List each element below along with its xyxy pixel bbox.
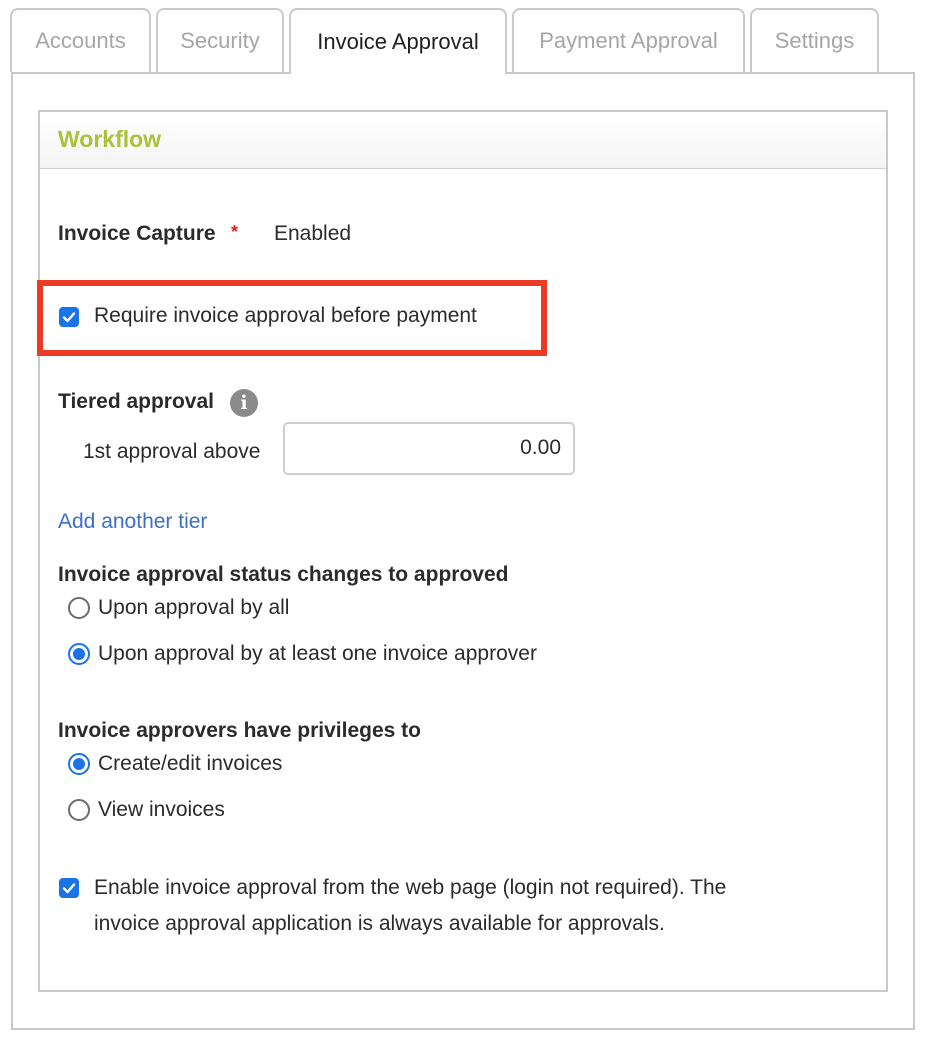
- tier1-label: 1st approval above: [83, 440, 261, 463]
- radio-create-edit[interactable]: [68, 753, 90, 775]
- tab-payment-approval[interactable]: Payment Approval: [512, 8, 745, 72]
- require-approval-label[interactable]: Require invoice approval before payment: [94, 304, 477, 328]
- tab-settings[interactable]: Settings: [750, 8, 879, 72]
- checkmark-icon: [62, 312, 76, 323]
- require-approval-checkbox[interactable]: [59, 307, 79, 327]
- tab-invoice-approval[interactable]: Invoice Approval: [289, 8, 507, 74]
- invoice-capture-value: Enabled: [274, 222, 352, 245]
- tab-security[interactable]: Security: [156, 8, 284, 72]
- add-another-tier-link[interactable]: Add another tier: [58, 510, 207, 534]
- tab-accounts[interactable]: Accounts: [10, 8, 151, 72]
- workflow-title: Workflow: [58, 126, 162, 152]
- radio-create-edit-label[interactable]: Create/edit invoices: [98, 752, 282, 776]
- tier1-amount-input[interactable]: 0.00: [283, 422, 575, 475]
- radio-approval-by-one[interactable]: [68, 643, 90, 665]
- radio-approval-by-all-label[interactable]: Upon approval by all: [98, 596, 289, 620]
- info-icon[interactable]: i: [230, 389, 258, 417]
- radio-approval-by-all[interactable]: [68, 597, 90, 619]
- workflow-header: Workflow: [40, 112, 886, 169]
- web-approval-label-line1[interactable]: Enable invoice approval from the web pag…: [94, 876, 726, 900]
- privileges-heading: Invoice approvers have privileges to: [58, 719, 421, 742]
- radio-approval-by-one-label[interactable]: Upon approval by at least one invoice ap…: [98, 642, 537, 666]
- required-asterisk: *: [231, 222, 239, 242]
- radio-view[interactable]: [68, 799, 90, 821]
- web-approval-label-line2[interactable]: invoice approval application is always a…: [94, 912, 665, 936]
- radio-view-label[interactable]: View invoices: [98, 798, 225, 822]
- tab-bar: Accounts Security Invoice Approval Payme…: [0, 0, 930, 74]
- invoice-capture-label: Invoice Capture: [58, 222, 216, 245]
- status-changes-heading: Invoice approval status changes to appro…: [58, 563, 509, 586]
- web-approval-checkbox[interactable]: [59, 878, 79, 898]
- tiered-approval-label: Tiered approval: [58, 390, 215, 413]
- checkmark-icon: [62, 883, 76, 894]
